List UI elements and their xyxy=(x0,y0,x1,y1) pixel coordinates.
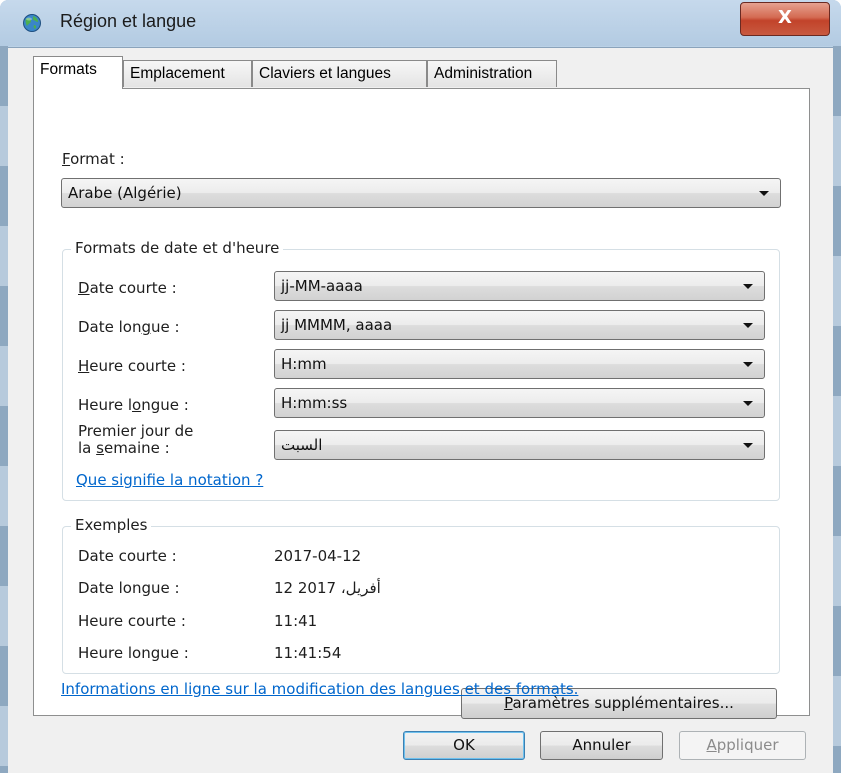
format-select[interactable]: Arabe (Algérie) xyxy=(61,178,781,208)
long-time-label: Heure longue : xyxy=(78,396,189,414)
chevron-down-icon xyxy=(743,401,753,406)
close-icon: X xyxy=(778,7,792,28)
dialog-client-area: Formats Emplacement Claviers et langues … xyxy=(8,47,833,773)
date-time-formats-title: Formats de date et d'heure xyxy=(71,239,284,257)
first-day-value: السبت xyxy=(281,436,323,454)
example-short-time-label: Heure courte : xyxy=(78,612,186,630)
long-time-value: H:mm:ss xyxy=(281,394,348,412)
format-select-value: Arabe (Algérie) xyxy=(68,184,182,202)
example-short-date-label: Date courte : xyxy=(78,547,177,565)
tab-label: Administration xyxy=(434,65,533,82)
tab-claviers-et-langues[interactable]: Claviers et langues xyxy=(252,60,427,87)
format-label: Format : xyxy=(62,150,125,168)
apply-button[interactable]: Appliquer xyxy=(679,731,806,760)
short-date-select[interactable]: jj-MM-aaaa xyxy=(274,271,765,301)
chevron-down-icon xyxy=(743,362,753,367)
formats-tab-panel: Format : Arabe (Algérie) Formats de date… xyxy=(33,88,810,719)
first-day-select[interactable]: السبت xyxy=(274,430,765,460)
short-time-value: H:mm xyxy=(281,355,327,373)
globe-icon xyxy=(23,14,41,32)
cancel-button[interactable]: Annuler xyxy=(540,731,663,760)
tab-label: Emplacement xyxy=(130,65,225,82)
window-left-border xyxy=(0,46,8,773)
example-long-date-value: 12 أفريل، 2017 xyxy=(274,579,381,597)
short-date-value: jj-MM-aaaa xyxy=(281,277,363,295)
close-button[interactable]: X xyxy=(740,2,830,36)
examples-group: Exemples Date courte : 2017-04-12 Date l… xyxy=(62,516,780,674)
notation-help-link[interactable]: Que signifie la notation ? xyxy=(76,471,263,489)
chevron-down-icon xyxy=(743,323,753,328)
tab-emplacement[interactable]: Emplacement xyxy=(123,60,252,87)
tab-formats[interactable]: Formats xyxy=(33,56,123,89)
chevron-down-icon xyxy=(759,191,769,196)
long-date-select[interactable]: jj MMMM, aaaa xyxy=(274,310,765,340)
ok-button[interactable]: OK xyxy=(403,731,525,760)
tab-administration[interactable]: Administration xyxy=(427,60,557,87)
first-day-label: Premier jour de la semaine : xyxy=(78,422,194,457)
dialog-window: Région et langue X Formats Emplacement C… xyxy=(0,0,841,773)
long-date-value: jj MMMM, aaaa xyxy=(281,316,393,334)
chevron-down-icon xyxy=(743,443,753,448)
tab-label: Claviers et langues xyxy=(259,65,391,82)
date-time-formats-group: Formats de date et d'heure Date courte :… xyxy=(62,239,780,501)
window-right-border xyxy=(833,46,841,773)
short-date-label: Date courte : xyxy=(78,279,177,297)
window-title: Région et langue xyxy=(60,11,197,31)
long-date-label: Date longue : xyxy=(78,318,180,336)
example-long-date-label: Date longue : xyxy=(78,579,180,597)
chevron-down-icon xyxy=(743,284,753,289)
example-short-time-value: 11:41 xyxy=(274,612,318,630)
long-time-select[interactable]: H:mm:ss xyxy=(274,388,765,418)
example-short-date-value: 2017-04-12 xyxy=(274,547,362,565)
short-time-label: Heure courte : xyxy=(78,357,186,375)
example-long-time-value: 11:41:54 xyxy=(274,644,342,662)
examples-title: Exemples xyxy=(71,516,152,534)
tab-label: Formats xyxy=(40,61,97,78)
short-time-select[interactable]: H:mm xyxy=(274,349,765,379)
online-info-link[interactable]: Informations en ligne sur la modificatio… xyxy=(61,680,578,698)
example-long-time-label: Heure longue : xyxy=(78,644,189,662)
